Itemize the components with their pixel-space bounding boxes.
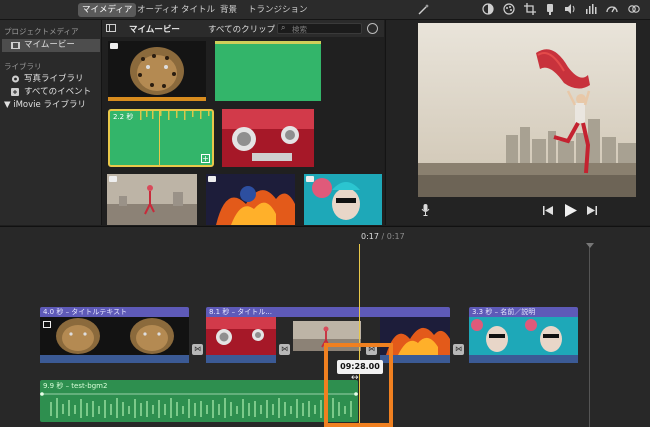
media-browser: 2.2 秒 + bbox=[102, 37, 384, 225]
color-correction-icon[interactable] bbox=[502, 3, 516, 17]
project-media-heading: プロジェクトメディア bbox=[4, 27, 79, 36]
clip-audio-strip bbox=[206, 355, 276, 363]
clip-thumbnail-leopard[interactable] bbox=[108, 41, 206, 101]
total-time: 0:17 bbox=[386, 232, 405, 241]
search-icon: ⌕ bbox=[281, 23, 286, 32]
transition-icon[interactable]: ⋈ bbox=[453, 344, 464, 355]
adjustment-toolbar bbox=[385, 0, 650, 20]
clip-filter-dropdown[interactable]: すべてのクリップ ⌃ bbox=[208, 23, 285, 35]
tab-transitions[interactable]: トランジション bbox=[244, 3, 312, 17]
search-field[interactable]: ⌕ 検索 bbox=[277, 23, 362, 34]
transition-icon[interactable]: ⋈ bbox=[192, 344, 203, 355]
browser-title: マイムービー bbox=[129, 25, 180, 35]
tab-titles[interactable]: タイトル bbox=[177, 3, 219, 17]
clip-title-bar[interactable]: 3.3 秒 – 名前／説明 bbox=[469, 307, 578, 317]
clip-title-bar[interactable]: 4.0 秒 – タイトルテキスト bbox=[40, 307, 189, 317]
clip-thumbnail-audio-green[interactable] bbox=[215, 41, 321, 101]
tab-my-media[interactable]: マイメディア bbox=[78, 3, 137, 17]
viewer-panel bbox=[385, 20, 650, 225]
clip-duration-badge: 2.2 秒 bbox=[113, 113, 134, 121]
magic-wand-icon[interactable] bbox=[417, 3, 431, 17]
crop-icon[interactable] bbox=[523, 3, 537, 17]
clip-audio-strip bbox=[469, 355, 578, 363]
tab-audio[interactable]: オーディオ bbox=[133, 3, 183, 17]
video-preview[interactable] bbox=[418, 23, 636, 197]
clip-filter-icon[interactable] bbox=[627, 3, 641, 17]
sidebar-item-photo-library[interactable]: 写真ライブラリ bbox=[2, 73, 100, 86]
time-readout: 0:17 / 0:17 bbox=[361, 232, 405, 241]
color-balance-icon[interactable] bbox=[481, 3, 495, 17]
sidebar-item-label: 写真ライブラリ bbox=[24, 74, 84, 84]
speed-icon[interactable] bbox=[605, 3, 619, 17]
sidebar-item-label: すべてのイベント bbox=[24, 87, 92, 97]
timeline-clip-teal-portrait[interactable] bbox=[469, 317, 578, 355]
camera-icon bbox=[208, 176, 216, 182]
microphone-icon[interactable] bbox=[421, 204, 430, 219]
camera-icon bbox=[110, 43, 118, 49]
transition-icon[interactable]: ⋈ bbox=[279, 344, 290, 355]
clip-thumbnail-selected[interactable]: 2.2 秒 + bbox=[108, 109, 214, 167]
gear-icon[interactable] bbox=[367, 23, 378, 34]
clip-thumbnail-dancer[interactable] bbox=[107, 174, 197, 225]
clip-thumbnail-red-car[interactable] bbox=[222, 109, 314, 167]
sidebar-item-imovie-library[interactable]: ▼ iMovie ライブラリ bbox=[0, 99, 98, 112]
search-input[interactable]: 検索 bbox=[292, 24, 307, 35]
play-icon[interactable] bbox=[565, 204, 577, 220]
camera-icon bbox=[306, 176, 314, 182]
annotation-highlight-box bbox=[324, 343, 393, 427]
title-overlay-icon bbox=[43, 321, 51, 328]
skip-forward-icon[interactable] bbox=[587, 206, 597, 218]
add-clip-icon[interactable]: + bbox=[201, 154, 210, 163]
end-marker-handle bbox=[586, 243, 594, 248]
photos-icon bbox=[11, 75, 20, 83]
film-icon bbox=[11, 42, 20, 49]
library-heading: ライブラリ bbox=[4, 62, 42, 71]
project-end-marker bbox=[589, 244, 590, 427]
timeline[interactable]: 0:17 / 0:17 4.0 秒 – タイトルテキスト ⋈ 8.1 秒 – タ… bbox=[0, 226, 650, 427]
sidebar-item-my-movie[interactable]: マイムービー bbox=[2, 39, 100, 52]
noise-reduction-icon[interactable] bbox=[584, 3, 598, 17]
clip-audio-strip bbox=[40, 355, 189, 363]
audio-clip-bgm[interactable]: 9.9 秒 – test-bgm2 bbox=[40, 380, 358, 422]
clip-title-bar[interactable]: 8.1 秒 – タイトル... bbox=[206, 307, 450, 317]
volume-icon[interactable] bbox=[563, 3, 577, 17]
events-icon bbox=[11, 88, 19, 96]
skip-back-icon[interactable] bbox=[543, 206, 553, 218]
stabilization-icon[interactable] bbox=[543, 3, 557, 17]
camera-icon bbox=[109, 176, 117, 182]
time-separator: / bbox=[381, 232, 385, 241]
sidebar-item-label: マイムービー bbox=[24, 40, 75, 50]
browser-header: マイムービー すべてのクリップ ⌃ ⌕ 検索 bbox=[102, 20, 384, 37]
sidebar-toggle-icon[interactable] bbox=[106, 24, 116, 32]
library-sidebar: プロジェクトメディア マイムービー ライブラリ 写真ライブラリ すべてのイベント… bbox=[0, 20, 102, 225]
sidebar-item-label: ▼ iMovie ライブラリ bbox=[4, 100, 86, 110]
sidebar-item-all-events[interactable]: すべてのイベント bbox=[2, 86, 100, 99]
clip-thumbnail-fire-face[interactable] bbox=[206, 174, 295, 225]
timeline-clip-red-car[interactable] bbox=[206, 317, 276, 355]
tab-backgrounds[interactable]: 背景 bbox=[216, 3, 241, 17]
clip-thumbnail-teal-portrait[interactable] bbox=[304, 174, 382, 225]
current-time: 0:17 bbox=[361, 232, 379, 241]
timeline-clip-leopard[interactable] bbox=[40, 317, 189, 355]
